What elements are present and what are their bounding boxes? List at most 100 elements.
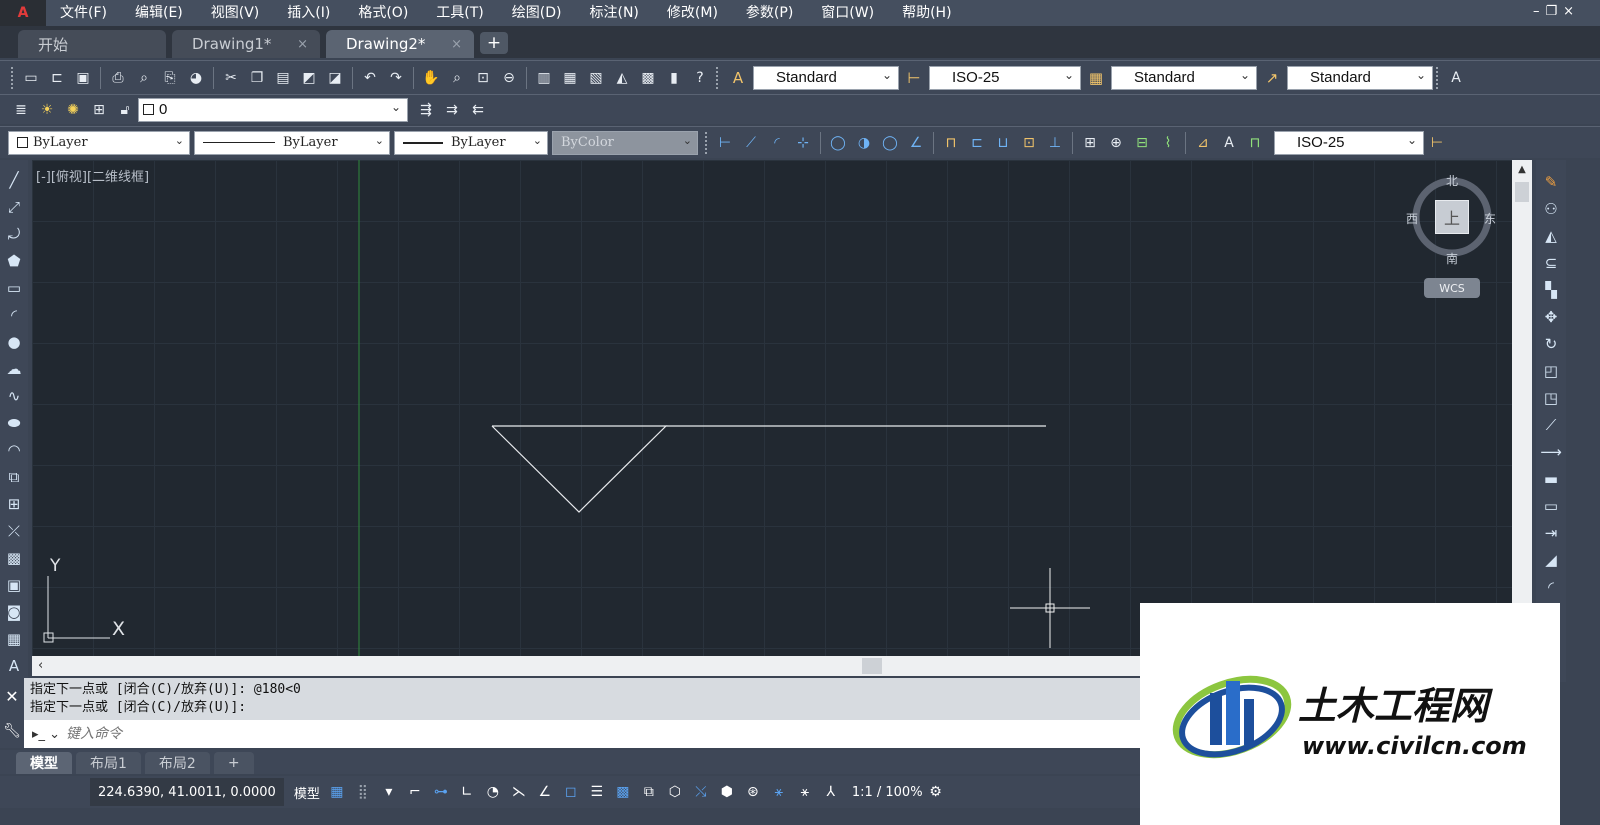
polygon-icon[interactable]: ⬟ <box>2 249 26 273</box>
chamfer-icon[interactable]: ◢ <box>1539 548 1563 572</box>
text-style-select[interactable]: Standard ⌄ <box>753 65 899 90</box>
viewcube-west[interactable]: 西 <box>1406 210 1418 227</box>
construction-line-icon[interactable]: ⤢ <box>2 195 26 219</box>
ellipse-icon[interactable]: ⬬ <box>2 411 26 435</box>
scroll-left-icon[interactable]: ‹ <box>38 656 43 676</box>
print-preview-icon[interactable]: ⌕ <box>132 66 156 90</box>
publish-icon[interactable]: ⎘ <box>158 66 182 90</box>
transparency-icon[interactable]: ▩ <box>612 781 634 803</box>
mleader-style-select[interactable]: Standard ⌄ <box>1287 65 1433 90</box>
radius-dim-icon[interactable]: ◯ <box>826 131 850 155</box>
polyline-icon[interactable]: ⤾ <box>2 222 26 246</box>
dim-space-icon[interactable]: ⊡ <box>1017 131 1041 155</box>
print-icon[interactable]: ⎙ <box>106 66 130 90</box>
dim-edit-icon[interactable]: ⊿ <box>1191 131 1215 155</box>
ellipse-arc-icon[interactable]: ◠ <box>2 438 26 462</box>
quick-dim-icon[interactable]: ⊓ <box>939 131 963 155</box>
command-input[interactable] <box>66 726 966 742</box>
wrench-icon[interactable]: 🔧︎ <box>3 723 21 739</box>
viewcube-north[interactable]: 北 <box>1446 172 1458 189</box>
toolbar-grip[interactable] <box>716 66 720 89</box>
properties-icon[interactable]: ▥ <box>532 66 556 90</box>
layer-thaw-icon[interactable]: ✺ <box>61 98 85 122</box>
tab-drawing1[interactable]: Drawing1* × <box>172 30 320 58</box>
snap-mode-icon[interactable]: ⣿ <box>352 781 374 803</box>
layer-previous-icon[interactable]: ⇉ <box>440 98 464 122</box>
copy-icon[interactable]: ❐ <box>245 66 269 90</box>
color-select[interactable]: ByLayer ⌄ <box>8 130 190 155</box>
viewcube-south[interactable]: 南 <box>1446 250 1458 267</box>
circle-icon[interactable]: ● <box>2 330 26 354</box>
undo-icon[interactable]: ↶ <box>358 66 382 90</box>
markup-icon[interactable]: ▩ <box>636 66 660 90</box>
break-icon[interactable]: ▭ <box>1539 494 1563 518</box>
point-icon[interactable]: ⤫ <box>2 519 26 543</box>
isodraft-icon[interactable]: ⋋ <box>508 781 530 803</box>
join-icon[interactable]: ⇥ <box>1539 521 1563 545</box>
gradient-icon[interactable]: ▣ <box>2 573 26 597</box>
menu-view[interactable]: 视图(V) <box>197 0 274 26</box>
dim-break-icon[interactable]: ⊥ <box>1043 131 1067 155</box>
close-command-line-icon[interactable]: ✕ <box>5 687 18 706</box>
new-file-icon[interactable]: ▭ <box>19 66 43 90</box>
trim-icon[interactable]: ⟋ <box>1539 413 1563 437</box>
command-prompt-icon[interactable]: ▸_ ⌄ <box>32 724 66 744</box>
vertical-scrollbar[interactable]: ▲ <box>1512 160 1532 656</box>
annotation-scale-value[interactable]: 1:1 / 100% <box>852 785 923 800</box>
layer-on-icon[interactable]: ☀ <box>35 98 59 122</box>
3d-object-snap-icon[interactable]: ⬡ <box>664 781 686 803</box>
tolerance-icon[interactable]: ⊞ <box>1078 131 1102 155</box>
help-icon[interactable]: ? <box>688 66 712 90</box>
layer-state-icon[interactable]: ⇇ <box>466 98 490 122</box>
offset-icon[interactable]: ⊆ <box>1539 251 1563 275</box>
fillet-icon[interactable]: ◜ <box>1539 575 1563 599</box>
sheet-set-icon[interactable]: ◭ <box>610 66 634 90</box>
region-icon[interactable]: ◙ <box>2 600 26 624</box>
angular-dim-icon[interactable]: ∠ <box>904 131 928 155</box>
block-editor-icon[interactable]: ◪ <box>323 66 347 90</box>
calculator-icon[interactable]: ▮ <box>662 66 686 90</box>
break-at-point-icon[interactable]: ▬ <box>1539 467 1563 491</box>
scale-icon[interactable]: ◰ <box>1539 359 1563 383</box>
menu-help[interactable]: 帮助(H) <box>888 0 965 26</box>
menu-tools[interactable]: 工具(T) <box>422 0 497 26</box>
selection-cycling-icon[interactable]: ⧉ <box>638 781 660 803</box>
wcs-menu-button[interactable]: WCS <box>1424 278 1480 298</box>
menu-window[interactable]: 窗口(W) <box>807 0 888 26</box>
menu-draw[interactable]: 绘图(D) <box>498 0 576 26</box>
match-properties-icon[interactable]: ◩ <box>297 66 321 90</box>
close-button[interactable]: × <box>1563 4 1574 19</box>
layer-viewport-icon[interactable]: ⊞ <box>87 98 111 122</box>
center-mark-icon[interactable]: ⊕ <box>1104 131 1128 155</box>
menu-modify[interactable]: 修改(M) <box>653 0 732 26</box>
toolbar-grip[interactable] <box>1436 66 1440 89</box>
zoom-previous-icon[interactable]: ⊖ <box>497 66 521 90</box>
new-tab-button[interactable]: + <box>480 32 508 54</box>
redo-icon[interactable]: ↷ <box>384 66 408 90</box>
tab-model[interactable]: 模型 <box>16 752 72 774</box>
insert-block-icon[interactable]: ⧉ <box>2 465 26 489</box>
menu-insert[interactable]: 插入(I) <box>273 0 344 26</box>
table-style-select[interactable]: Standard ⌄ <box>1111 65 1257 90</box>
lineweight-select[interactable]: ByLayer ⌄ <box>394 130 548 155</box>
pan-icon[interactable]: ✋ <box>419 66 443 90</box>
drawing-canvas[interactable]: [-][俯视][二维线框] Y X <box>32 160 1512 656</box>
jogged-dim-icon[interactable]: ◑ <box>852 131 876 155</box>
menu-file[interactable]: 文件(F) <box>46 0 121 26</box>
chevron-down-icon[interactable]: ▾ <box>378 781 400 803</box>
stretch-icon[interactable]: ◳ <box>1539 386 1563 410</box>
tab-layout2[interactable]: 布局2 <box>144 752 210 774</box>
menu-edit[interactable]: 编辑(E) <box>121 0 197 26</box>
annotation-scale-icon[interactable]: ⅄ <box>820 781 842 803</box>
zoom-realtime-icon[interactable]: ⌕ <box>445 66 469 90</box>
3d-dwf-icon[interactable]: ◕ <box>184 66 208 90</box>
hatch-icon[interactable]: ▩ <box>2 546 26 570</box>
horizontal-scrollbar[interactable]: ‹ <box>32 656 1140 676</box>
polar-tracking-icon[interactable]: ◔ <box>482 781 504 803</box>
restore-button[interactable]: ❐ <box>1545 4 1557 19</box>
menu-dimension[interactable]: 标注(N) <box>576 0 653 26</box>
rectangle-icon[interactable]: ▭ <box>2 276 26 300</box>
zoom-window-icon[interactable]: ⊡ <box>471 66 495 90</box>
app-logo[interactable]: A <box>0 0 46 26</box>
minimize-button[interactable]: – <box>1533 4 1540 19</box>
